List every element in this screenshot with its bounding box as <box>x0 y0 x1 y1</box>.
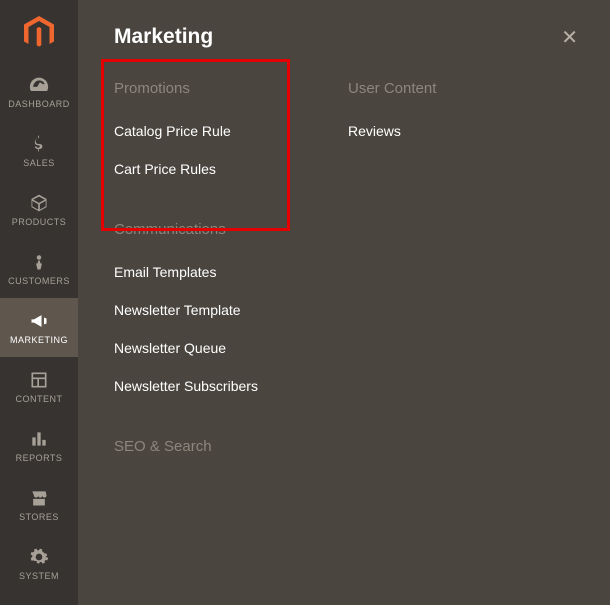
section-title-communications: Communications <box>114 221 348 238</box>
sidebar-item-dashboard[interactable]: DASHBOARD <box>0 62 78 121</box>
link-catalog-price-rule[interactable]: Catalog Price Rule <box>114 123 348 139</box>
panel-title: Marketing <box>114 25 213 49</box>
sidebar-item-content[interactable]: CONTENT <box>0 357 78 416</box>
section-title-seo: SEO & Search <box>114 438 348 455</box>
link-cart-price-rules[interactable]: Cart Price Rules <box>114 161 348 177</box>
sidebar-item-system[interactable]: SYSTEM <box>0 534 78 593</box>
section-communications: Communications Email Templates Newslette… <box>114 221 348 394</box>
sidebar-item-label: REPORTS <box>16 453 63 463</box>
column-left: Promotions Catalog Price Rule Cart Price… <box>114 80 348 499</box>
sidebar-item-marketing[interactable]: MARKETING <box>0 298 78 357</box>
sidebar-item-label: CONTENT <box>16 394 63 404</box>
gauge-icon <box>28 74 50 96</box>
cube-icon <box>28 192 50 214</box>
sidebar-item-products[interactable]: PRODUCTS <box>0 180 78 239</box>
magento-logo[interactable] <box>0 6 78 60</box>
link-newsletter-queue[interactable]: Newsletter Queue <box>114 340 348 356</box>
sidebar-item-label: CUSTOMERS <box>8 276 70 286</box>
section-title-user-content: User Content <box>348 80 582 97</box>
column-right: User Content Reviews <box>348 80 582 499</box>
panel-header: Marketing ✕ <box>114 16 582 58</box>
link-reviews[interactable]: Reviews <box>348 123 582 139</box>
link-newsletter-template[interactable]: Newsletter Template <box>114 302 348 318</box>
megaphone-icon <box>28 310 50 332</box>
gear-icon <box>28 546 50 568</box>
sidebar-item-sales[interactable]: SALES <box>0 121 78 180</box>
section-user-content: User Content Reviews <box>348 80 582 139</box>
sidebar-item-stores[interactable]: STORES <box>0 475 78 534</box>
link-newsletter-subscribers[interactable]: Newsletter Subscribers <box>114 378 348 394</box>
panel-columns: Promotions Catalog Price Rule Cart Price… <box>114 80 582 499</box>
dollar-icon <box>28 133 50 155</box>
sidebar-item-customers[interactable]: CUSTOMERS <box>0 239 78 298</box>
layout-icon <box>28 369 50 391</box>
sidebar-item-label: STORES <box>19 512 59 522</box>
section-seo-search: SEO & Search <box>114 438 348 455</box>
bar-chart-icon <box>28 428 50 450</box>
link-email-templates[interactable]: Email Templates <box>114 264 348 280</box>
sidebar-item-label: PRODUCTS <box>12 217 67 227</box>
sidebar-item-label: DASHBOARD <box>8 99 70 109</box>
sidebar-item-label: SYSTEM <box>19 571 59 581</box>
close-icon[interactable]: ✕ <box>557 25 582 50</box>
section-promotions: Promotions Catalog Price Rule Cart Price… <box>114 80 348 177</box>
section-title-promotions: Promotions <box>114 80 348 97</box>
sidebar-item-label: SALES <box>23 158 55 168</box>
person-icon <box>28 251 50 273</box>
admin-sidebar: DASHBOARD SALES PRODUCTS CUSTOMERS MARKE… <box>0 0 78 605</box>
sidebar-item-reports[interactable]: REPORTS <box>0 416 78 475</box>
marketing-flyout-panel: Marketing ✕ Promotions Catalog Price Rul… <box>78 0 610 605</box>
sidebar-item-label: MARKETING <box>10 335 68 345</box>
storefront-icon <box>28 487 50 509</box>
